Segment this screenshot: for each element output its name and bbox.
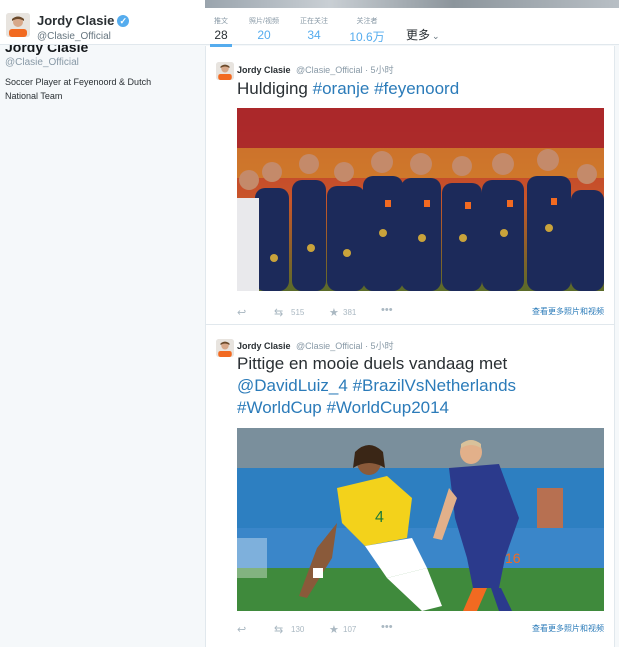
stat-tweets[interactable]: 推文 28 — [210, 16, 232, 47]
more-options-icon[interactable]: ••• — [381, 621, 393, 633]
tweet-author-handle[interactable]: @Clasie_Official — [296, 65, 363, 75]
hashtag-link[interactable]: #BrazilVsNetherlands — [353, 376, 516, 395]
favorite-count: 381 — [343, 308, 357, 317]
chevron-down-icon: ⌄ — [432, 31, 440, 41]
tweet-author-name[interactable]: Jordy Clasie — [237, 65, 291, 75]
stat-followers[interactable]: 关注者 10.6万 — [348, 16, 386, 45]
retweet-icon[interactable]: ⇆ — [274, 623, 283, 636]
stat-label: 推文 — [214, 18, 228, 25]
more-options-icon[interactable]: ••• — [381, 304, 393, 316]
tweet-text: Pittige en mooie duels vandaag met @Davi… — [237, 353, 607, 419]
jersey-number-4: 4 — [375, 509, 384, 526]
retweet-count: 130 — [291, 625, 305, 634]
tweet-actions: ↩ ⇆ 515 ★ 381 ••• 查看更多照片和视频 — [237, 304, 604, 320]
retweet-icon[interactable]: ⇆ — [274, 306, 283, 319]
tweet[interactable]: Jordy Clasie @Clasie_Official · 5小时 Huld… — [206, 46, 614, 325]
stat-photos-videos[interactable]: 照片/视频 20 — [248, 16, 280, 42]
stat-label: 正在关注 — [300, 18, 328, 25]
tweet-text: Huldiging #oranje #feyenoord — [237, 78, 607, 100]
tweet-header: Jordy Clasie @Clasie_Official · 5小时 — [237, 339, 394, 352]
stat-label: 关注者 — [356, 18, 378, 25]
stat-following[interactable]: 正在关注 34 — [298, 16, 330, 42]
tweet-text-line: Pittige en mooie duels vandaag met — [237, 354, 508, 373]
reply-icon[interactable]: ↩ — [237, 306, 246, 319]
profile-name[interactable]: Jordy Clasie ✓ — [37, 13, 130, 28]
more-dropdown[interactable]: 更多 ⌄ — [406, 26, 440, 43]
tweet-timestamp[interactable]: · 5小时 — [365, 65, 394, 75]
verified-badge-icon: ✓ — [117, 15, 130, 27]
favorite-icon[interactable]: ★ — [329, 623, 339, 636]
tweet-header: Jordy Clasie @Clasie_Official · 5小时 — [237, 63, 394, 76]
retweet-count: 515 — [291, 308, 305, 317]
avatar[interactable] — [6, 13, 30, 37]
hashtag-link[interactable]: #WorldCup2014 — [326, 398, 449, 417]
jersey-number-16: 16 — [505, 550, 521, 566]
stat-value: 34 — [307, 28, 321, 42]
tweet-author-handle[interactable]: @Clasie_Official — [296, 341, 363, 351]
hashtag-link[interactable]: #oranje — [313, 79, 370, 98]
profile-sidebar: Jordy Clasie @Clasie_Official Soccer Pla… — [0, 39, 205, 647]
tweet[interactable]: Jordy Clasie @Clasie_Official · 5小时 Pitt… — [206, 325, 614, 647]
tweet-text-plain: Huldiging — [237, 79, 308, 98]
profile-header-bar: Jordy Clasie ✓ @Clasie_Official 推文 28 照片/… — [0, 0, 619, 47]
mention-link[interactable]: @DavidLuiz_4 — [237, 376, 348, 395]
stat-value: 10.6万 — [349, 30, 385, 44]
tweet-timeline: Jordy Clasie @Clasie_Official · 5小时 Huld… — [205, 46, 615, 647]
sidebar-handle[interactable]: @Clasie_Official — [5, 57, 79, 68]
stat-value: 28 — [214, 28, 228, 42]
tweet-photo[interactable]: 4 16 — [237, 428, 604, 611]
tweet-avatar[interactable] — [216, 62, 234, 80]
stat-value: 20 — [257, 28, 271, 42]
stat-label: 照片/视频 — [249, 18, 279, 25]
reply-icon[interactable]: ↩ — [237, 623, 246, 636]
tweet-actions: ↩ ⇆ 130 ★ 107 ••• 查看更多照片和视频 — [237, 621, 604, 637]
favorite-icon[interactable]: ★ — [329, 306, 339, 319]
more-photos-videos-link[interactable]: 查看更多照片和视频 — [532, 623, 604, 634]
sidebar-bio: Soccer Player at Feyenoord & Dutch Natio… — [5, 77, 152, 101]
favorite-count: 107 — [343, 625, 357, 634]
hashtag-link[interactable]: #WorldCup — [237, 398, 322, 417]
more-photos-videos-link[interactable]: 查看更多照片和视频 — [532, 306, 604, 317]
profile-handle: @Clasie_Official — [37, 31, 111, 42]
banner-image-strip — [205, 0, 619, 8]
tweet-photo[interactable] — [237, 108, 604, 291]
tweet-avatar[interactable] — [216, 339, 234, 357]
hashtag-link[interactable]: #feyenoord — [374, 79, 459, 98]
tweet-timestamp[interactable]: · 5小时 — [365, 341, 394, 351]
tweet-author-name[interactable]: Jordy Clasie — [237, 341, 291, 351]
